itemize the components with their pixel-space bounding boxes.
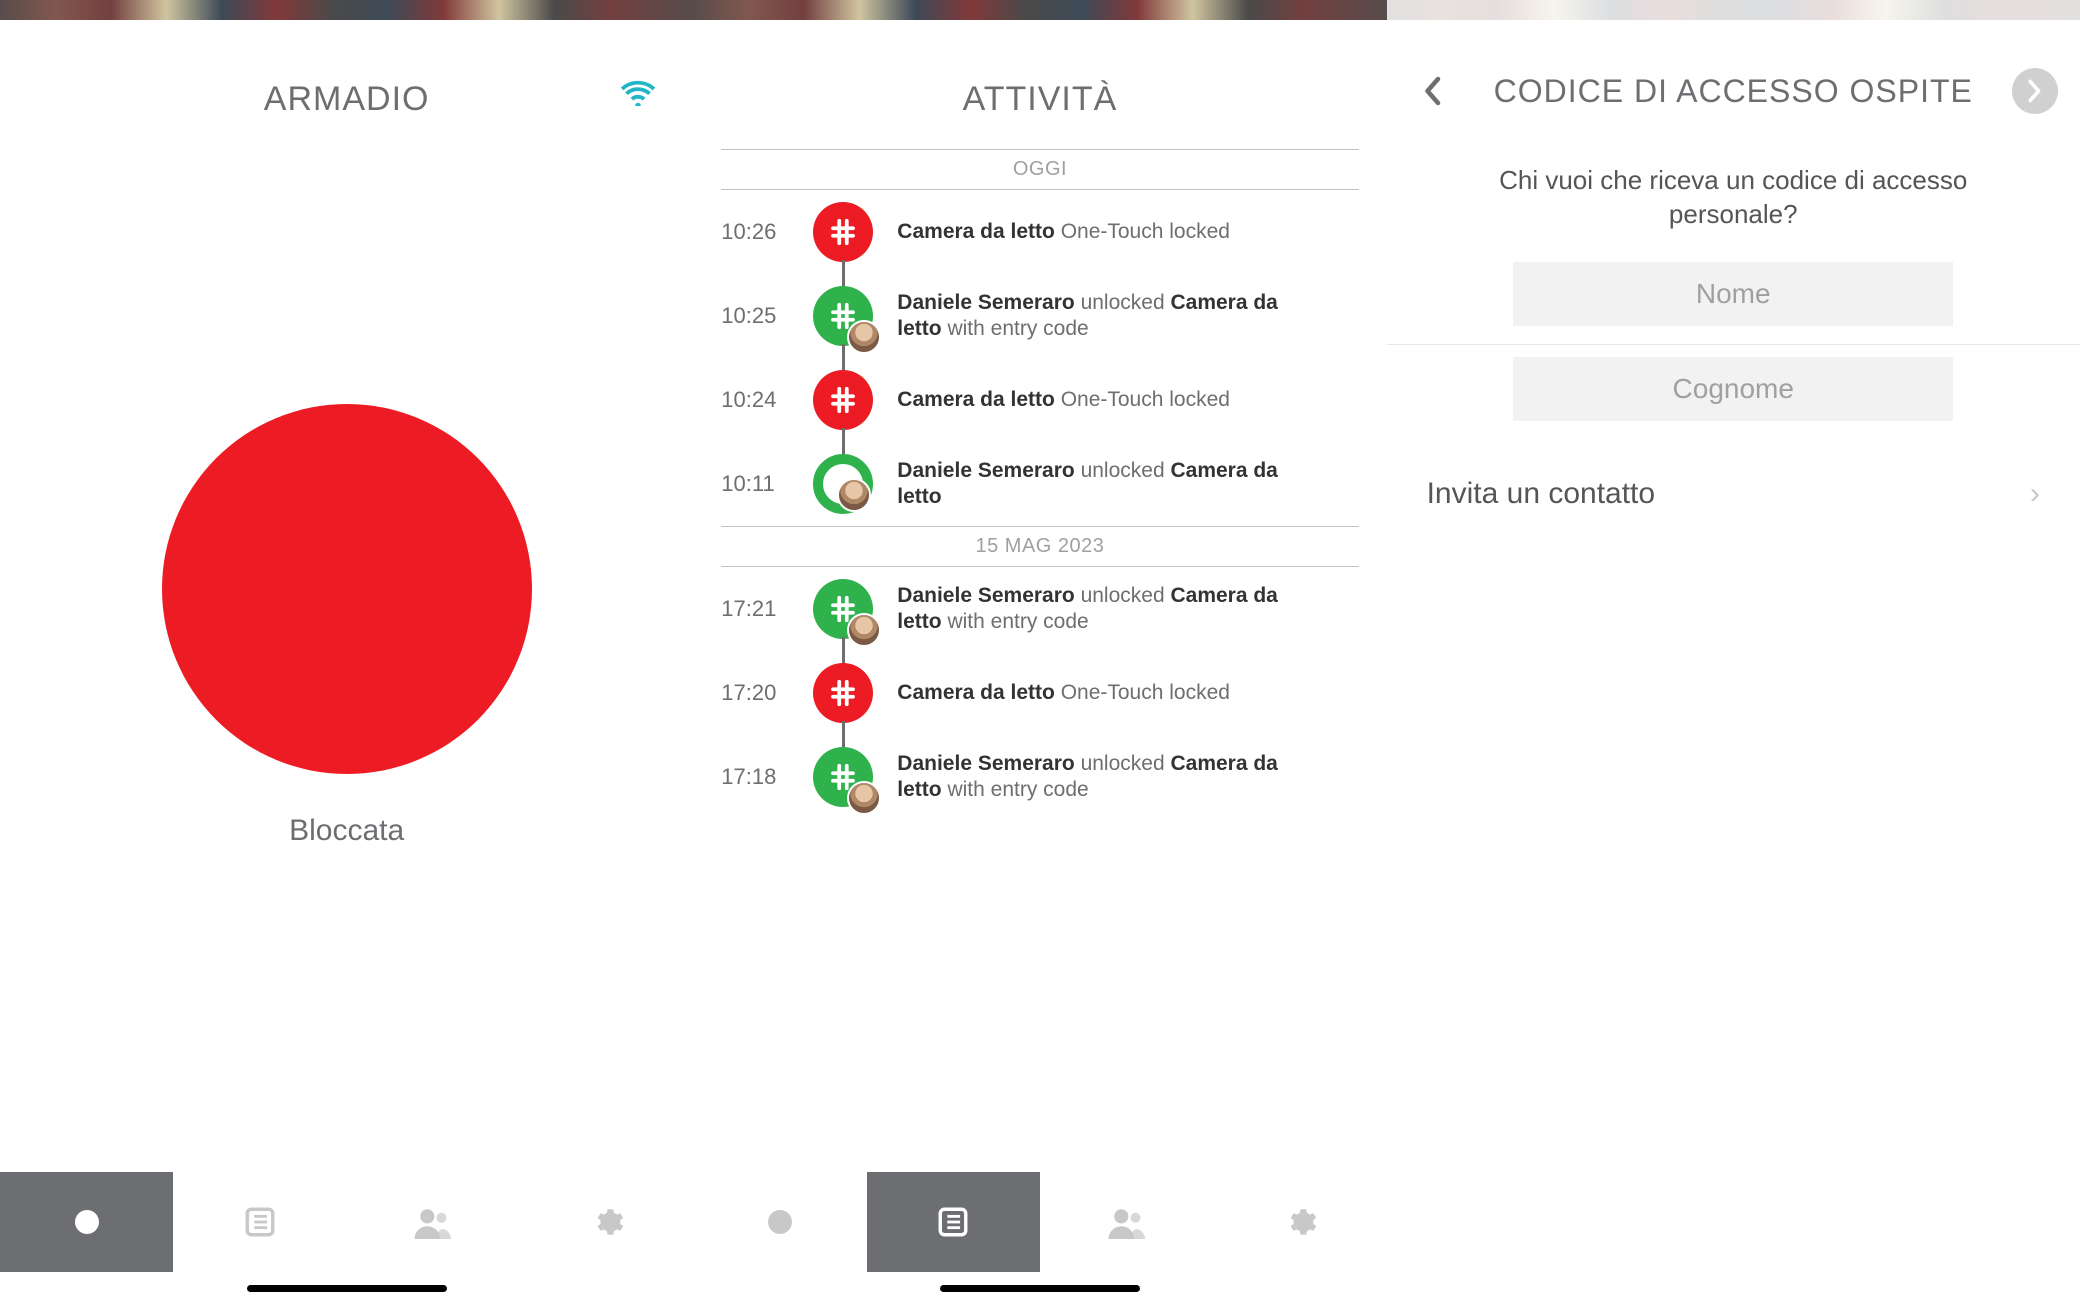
ring-icon: [813, 454, 873, 514]
lock-area: Bloccata: [0, 129, 693, 1302]
event-time: 10:26: [721, 219, 813, 245]
list-icon: [936, 1205, 970, 1239]
event-text: Daniele Semeraro unlocked Camera da lett…: [897, 751, 1317, 804]
activity-item[interactable]: 10:11 Daniele Semeraro unlocked Camera da…: [721, 442, 1358, 526]
placeholder: Nome: [1696, 278, 1771, 310]
chevron-right-icon: [2026, 79, 2044, 103]
screen-activity: ATTIVITÀ OGGI 10:26 Camera da letto One-To…: [693, 0, 1386, 1302]
lastname-input[interactable]: Cognome: [1513, 357, 1953, 421]
status-bar: [0, 0, 693, 20]
activity-item[interactable]: 17:21 Daniele Semeraro unlocked Camera da…: [721, 567, 1358, 651]
event-time: 10:11: [721, 471, 813, 497]
event-time: 10:25: [721, 303, 813, 329]
hash-icon: [813, 286, 873, 346]
invite-label: Invita un contatto: [1427, 477, 1656, 511]
status-bar: [1387, 0, 2080, 20]
tab-lock[interactable]: [0, 1172, 173, 1272]
activity-list[interactable]: OGGI 10:26 Camera da letto One-Touch locke…: [693, 149, 1386, 819]
divider: [1387, 344, 2080, 345]
header: CODICE DI ACCESSO OSPITE: [1387, 20, 2080, 124]
users-icon: [413, 1205, 453, 1239]
avatar: [847, 613, 881, 647]
chevron-right-icon: ›: [2030, 477, 2040, 511]
firstname-input[interactable]: Nome: [1513, 262, 1953, 326]
event-text: Camera da letto One-Touch locked: [897, 387, 1230, 413]
event-text: Camera da letto One-Touch locked: [897, 219, 1230, 245]
tab-users[interactable]: [1040, 1172, 1213, 1272]
wifi-icon: [621, 78, 655, 106]
event-text: Daniele Semeraro unlocked Camera da lett…: [897, 583, 1317, 636]
next-button[interactable]: [2012, 68, 2058, 114]
avatar: [847, 781, 881, 815]
activity-item[interactable]: 10:25 Daniele Semeraro unlocked Camera da…: [721, 274, 1358, 358]
tab-activity[interactable]: [173, 1172, 346, 1272]
header: ARMADIO: [0, 20, 693, 129]
screen-guest-code: CODICE DI ACCESSO OSPITE Chi vuoi che ri…: [1387, 0, 2080, 1302]
hash-icon: [813, 663, 873, 723]
activity-item[interactable]: 17:20 Camera da letto One-Touch locked: [721, 651, 1358, 735]
page-title: ARMADIO: [0, 80, 693, 119]
hash-icon: [813, 202, 873, 262]
date-header: 15 MAG 2023: [721, 526, 1358, 567]
event-text: Camera da letto One-Touch locked: [897, 680, 1230, 706]
invite-contact-row[interactable]: Invita un contatto ›: [1387, 439, 2080, 549]
activity-item[interactable]: 17:18 Daniele Semeraro unlocked Camera da…: [721, 735, 1358, 819]
hash-icon: [813, 747, 873, 807]
event-time: 10:24: [721, 387, 813, 413]
page-title: ATTIVITÀ: [693, 20, 1386, 149]
circle-icon: [74, 1209, 100, 1235]
lock-status-label: Bloccata: [289, 814, 404, 848]
event-text: Daniele Semeraro unlocked Camera da lett…: [897, 290, 1317, 343]
tab-activity[interactable]: [867, 1172, 1040, 1272]
tab-settings[interactable]: [1213, 1172, 1386, 1272]
placeholder: Cognome: [1673, 373, 1794, 405]
gear-icon: [590, 1205, 624, 1239]
gear-icon: [1283, 1205, 1317, 1239]
list-icon: [243, 1205, 277, 1239]
chevron-left-icon: [1422, 76, 1442, 106]
screen-lock-status: ARMADIO Bloccata: [0, 0, 693, 1302]
hash-icon: [813, 370, 873, 430]
tab-bar: [693, 1172, 1386, 1302]
event-text: Daniele Semeraro unlocked Camera da lett…: [897, 458, 1317, 511]
home-indicator: [247, 1285, 447, 1292]
date-header: OGGI: [721, 149, 1358, 190]
event-time: 17:21: [721, 596, 813, 622]
activity-item[interactable]: 10:26 Camera da letto One-Touch locked: [721, 190, 1358, 274]
event-time: 17:18: [721, 764, 813, 790]
users-icon: [1107, 1205, 1147, 1239]
hash-icon: [813, 579, 873, 639]
circle-icon: [767, 1209, 793, 1235]
avatar: [847, 320, 881, 354]
back-button[interactable]: [1409, 68, 1455, 114]
avatar: [837, 478, 871, 512]
home-indicator: [940, 1285, 1140, 1292]
status-bar: [693, 0, 1386, 20]
prompt-text: Chi vuoi che riceva un codice di accesso…: [1387, 124, 2080, 262]
tab-settings[interactable]: [520, 1172, 693, 1272]
tab-lock[interactable]: [693, 1172, 866, 1272]
activity-item[interactable]: 10:24 Camera da letto One-Touch locked: [721, 358, 1358, 442]
tab-bar: [0, 1172, 693, 1302]
lock-toggle-button[interactable]: [162, 404, 532, 774]
event-time: 17:20: [721, 680, 813, 706]
tab-users[interactable]: [347, 1172, 520, 1272]
page-title: CODICE DI ACCESSO OSPITE: [1465, 73, 2002, 110]
